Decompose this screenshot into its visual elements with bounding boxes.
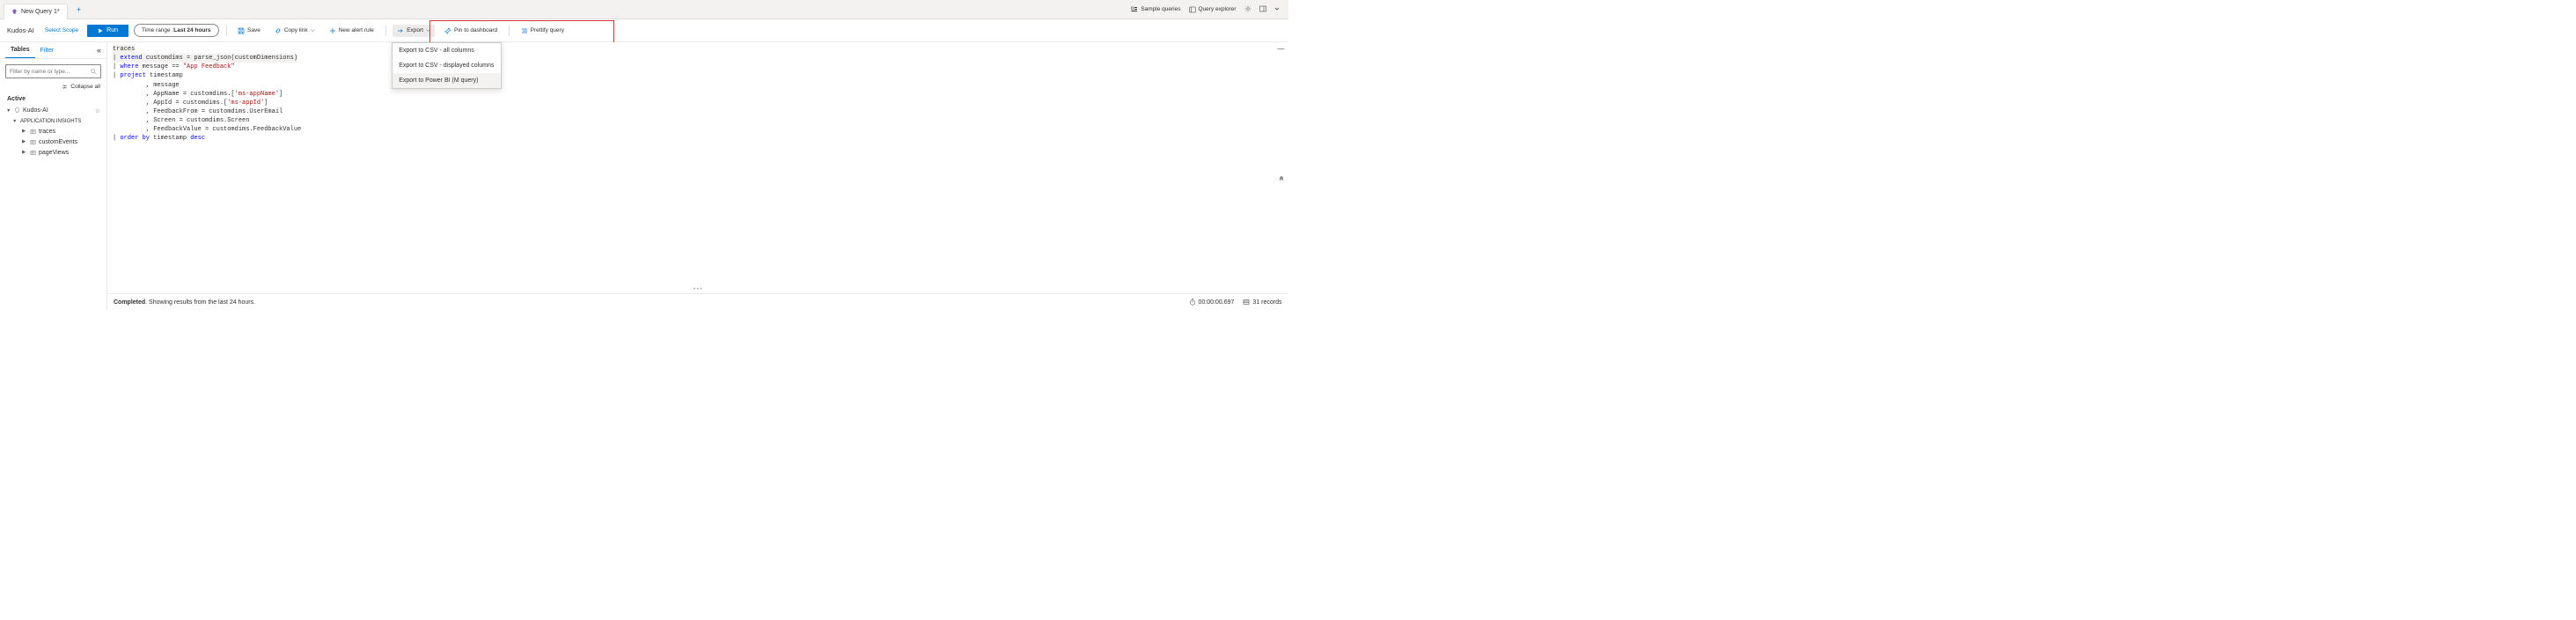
tree-root[interactable]: ▼ Kudos-AI ☆ xyxy=(4,105,102,116)
tree-item-customevents[interactable]: ▶ customEvents xyxy=(4,137,102,147)
status-duration: 00:00:00.697 xyxy=(1189,299,1235,306)
table-icon xyxy=(30,139,36,145)
plus-icon xyxy=(329,27,336,34)
chevron-down-icon xyxy=(426,28,430,33)
samples-icon xyxy=(1131,6,1138,13)
status-bar: Completed. Showing results from the last… xyxy=(107,293,1288,310)
drag-handle[interactable]: • • • xyxy=(107,286,1288,293)
collapse-icon xyxy=(62,84,68,90)
collapse-all-button[interactable]: Collapse all xyxy=(0,84,106,93)
export-csv-displayed[interactable]: Export to CSV - displayed columns xyxy=(393,58,501,73)
lightbulb-icon xyxy=(14,107,20,114)
chevron-down-icon xyxy=(311,28,315,33)
tree-item-traces[interactable]: ▶ traces xyxy=(4,126,102,137)
scope-name: Kudos-AI xyxy=(7,26,40,34)
sidebar-collapse-button[interactable]: « xyxy=(97,46,101,55)
copy-link-button[interactable]: Copy link xyxy=(270,25,319,37)
results-minimize-icon[interactable]: — xyxy=(1278,45,1285,53)
table-icon xyxy=(30,150,36,156)
pin-icon xyxy=(444,27,451,34)
table-icon xyxy=(30,129,36,135)
export-csv-all[interactable]: Export to CSV - all columns xyxy=(393,43,501,58)
tab-label: New Query 1* xyxy=(21,9,60,15)
sidebar: Tables Filter « Collapse all Active ▼ K xyxy=(0,42,107,310)
sidebar-search[interactable] xyxy=(5,64,101,78)
settings-icon[interactable] xyxy=(1244,5,1251,14)
search-icon xyxy=(91,69,97,75)
export-dropdown: Export to CSV - all columns Export to CS… xyxy=(392,42,502,89)
play-icon xyxy=(98,28,103,33)
prettify-icon xyxy=(521,27,528,34)
export-button[interactable]: Export Export to CSV - all columns Expor… xyxy=(393,25,435,37)
stopwatch-icon xyxy=(1189,299,1196,306)
search-input[interactable] xyxy=(10,69,91,75)
tree-item-pageviews[interactable]: ▶ pageViews xyxy=(4,147,102,158)
pin-button[interactable]: Pin to dashboard xyxy=(440,25,502,37)
new-alert-button[interactable]: New alert rule xyxy=(325,25,378,37)
export-powerbi[interactable]: Export to Power BI (M query) xyxy=(393,73,501,88)
link-icon xyxy=(275,27,282,34)
chevron-down-icon[interactable] xyxy=(1274,6,1280,13)
query-explorer-link[interactable]: Query explorer xyxy=(1189,6,1237,13)
export-icon xyxy=(397,27,404,34)
expand-results-icon[interactable] xyxy=(1278,174,1285,183)
group-active: Active xyxy=(0,93,106,105)
query-tab-active[interactable]: New Query 1* xyxy=(4,4,68,19)
tab-filter[interactable]: Filter xyxy=(35,43,60,58)
status-records: 31 records xyxy=(1243,299,1281,306)
add-tab-button[interactable]: + xyxy=(72,3,86,17)
sample-queries-link[interactable]: Sample queries xyxy=(1131,6,1180,13)
run-button[interactable]: Run xyxy=(87,25,128,37)
query-editor[interactable]: traces | extend customdims = parse_json(… xyxy=(107,42,1288,286)
prettify-button[interactable]: Prettify query xyxy=(517,25,569,37)
tree-category[interactable]: ▼ APPLICATION INSIGHTS xyxy=(4,116,102,126)
status-prefix: Completed xyxy=(114,299,145,306)
records-icon xyxy=(1243,299,1250,306)
panel-icon[interactable] xyxy=(1259,5,1266,14)
time-range-picker[interactable]: Time range : Last 24 hours xyxy=(134,24,219,37)
save-button[interactable]: Save xyxy=(233,25,265,37)
status-text: . Showing results from the last 24 hours… xyxy=(145,299,255,306)
explorer-icon xyxy=(1189,6,1196,13)
query-tabs-bar: New Query 1* + Sample queries Query expl… xyxy=(0,0,1288,19)
favorite-icon[interactable]: ☆ xyxy=(95,107,100,114)
tab-tables[interactable]: Tables xyxy=(5,42,35,58)
save-icon xyxy=(238,27,245,34)
toolbar: Kudos-AI Select Scope Run Time range : L… xyxy=(0,19,1288,42)
select-scope-link[interactable]: Select Scope xyxy=(45,27,78,33)
editor-area: — traces | extend customdims = parse_jso… xyxy=(107,42,1288,310)
lightbulb-icon xyxy=(11,9,18,15)
